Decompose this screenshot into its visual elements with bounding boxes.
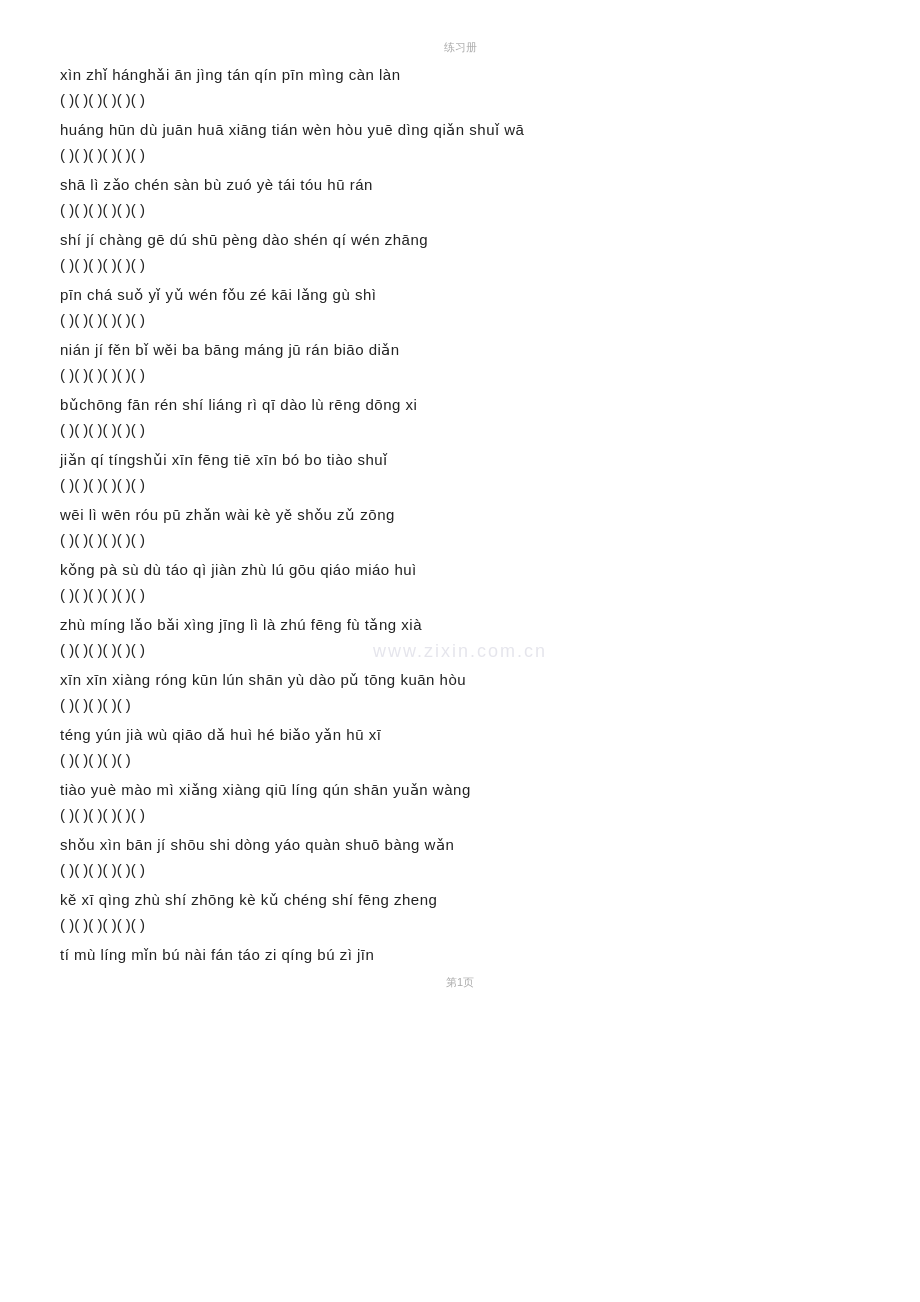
- pinyin-row-5: nián jí fěn bǐ wěi ba bāng máng jū rán b…: [60, 338, 860, 362]
- row-pair-10: zhù míng lǎo bǎi xìng jīng lì là zhú fēn…: [60, 613, 860, 662]
- row-pair-1: huáng hūn dù juān huā xiāng tián wèn hòu…: [60, 118, 860, 167]
- bracket-row-13: ( )( )( )( )( )( ): [60, 803, 860, 827]
- bracket-row-5: ( )( )( )( )( )( ): [60, 363, 860, 387]
- bracket-row-15: ( )( )( )( )( )( ): [60, 913, 860, 937]
- bracket-row-6: ( )( )( )( )( )( ): [60, 418, 860, 442]
- row-pair-0: xìn zhǐ hánghǎi ān jìng tán qín pīn mìng…: [60, 63, 860, 112]
- bracket-row-14: ( )( )( )( )( )( ): [60, 858, 860, 882]
- pinyin-row-3: shí jí chàng gē dú shū pèng dào shén qí …: [60, 228, 860, 252]
- pinyin-row-12: téng yún jià wù qiāo dǎ huì hé biǎo yǎn …: [60, 723, 860, 747]
- content-area: xìn zhǐ hánghǎi ān jìng tán qín pīn mìng…: [60, 63, 860, 967]
- bracket-row-3: ( )( )( )( )( )( ): [60, 253, 860, 277]
- pinyin-row-8: wēi lì wēn róu pū zhǎn wài kè yě shǒu zǔ…: [60, 503, 860, 527]
- bottom-label: 第1页: [60, 975, 860, 990]
- bracket-row-12: ( )( )( )( )( ): [60, 748, 860, 772]
- bracket-row-11: ( )( )( )( )( ): [60, 693, 860, 717]
- row-pair-2: shā lì zǎo chén sàn bù zuó yè tái tóu hū…: [60, 173, 860, 222]
- row-pair-6: bǔchōng fān rén shí liáng rì qī dào lù r…: [60, 393, 860, 442]
- pinyin-row-6: bǔchōng fān rén shí liáng rì qī dào lù r…: [60, 393, 860, 417]
- top-label: 练习册: [60, 40, 860, 55]
- pinyin-row-2: shā lì zǎo chén sàn bù zuó yè tái tóu hū…: [60, 173, 860, 197]
- bracket-row-8: ( )( )( )( )( )( ): [60, 528, 860, 552]
- pinyin-row-7: jiǎn qí tíngshǔi xīn fēng tiē xīn bó bo …: [60, 448, 860, 472]
- row-pair-16: tí mù líng mǐn bú nài fán táo zi qíng bú…: [60, 943, 860, 967]
- row-pair-7: jiǎn qí tíngshǔi xīn fēng tiē xīn bó bo …: [60, 448, 860, 497]
- row-pair-5: nián jí fěn bǐ wěi ba bāng máng jū rán b…: [60, 338, 860, 387]
- pinyin-row-9: kǒng pà sù dù táo qì jiàn zhù lú gōu qiá…: [60, 558, 860, 582]
- pinyin-row-10: zhù míng lǎo bǎi xìng jīng lì là zhú fēn…: [60, 613, 860, 637]
- bracket-row-2: ( )( )( )( )( )( ): [60, 198, 860, 222]
- row-pair-15: kě xī qìng zhù shí zhōng kè kǔ chéng shí…: [60, 888, 860, 937]
- row-pair-12: téng yún jià wù qiāo dǎ huì hé biǎo yǎn …: [60, 723, 860, 772]
- bracket-row-4: ( )( )( )( )( )( ): [60, 308, 860, 332]
- row-pair-8: wēi lì wēn róu pū zhǎn wài kè yě shǒu zǔ…: [60, 503, 860, 552]
- pinyin-row-11: xīn xīn xiàng róng kūn lún shān yù dào p…: [60, 668, 860, 692]
- row-pair-14: shǒu xìn bān jí shōu shi dòng yáo quàn s…: [60, 833, 860, 882]
- bracket-row-9: ( )( )( )( )( )( ): [60, 583, 860, 607]
- pinyin-row-16: tí mù líng mǐn bú nài fán táo zi qíng bú…: [60, 943, 860, 967]
- pinyin-row-13: tiào yuè mào mì xiǎng xiàng qiū líng qún…: [60, 778, 860, 802]
- pinyin-row-4: pīn chá suǒ yǐ yǔ wén fǒu zé kāi lǎng gù…: [60, 283, 860, 307]
- pinyin-row-1: huáng hūn dù juān huā xiāng tián wèn hòu…: [60, 118, 860, 142]
- pinyin-row-14: shǒu xìn bān jí shōu shi dòng yáo quàn s…: [60, 833, 860, 857]
- row-pair-13: tiào yuè mào mì xiǎng xiàng qiū líng qún…: [60, 778, 860, 827]
- bracket-row-1: ( )( )( )( )( )( ): [60, 143, 860, 167]
- bracket-row-10: ( )( )( )( )( )( ): [60, 638, 860, 662]
- row-pair-4: pīn chá suǒ yǐ yǔ wén fǒu zé kāi lǎng gù…: [60, 283, 860, 332]
- bracket-row-0: ( )( )( )( )( )( ): [60, 88, 860, 112]
- pinyin-row-0: xìn zhǐ hánghǎi ān jìng tán qín pīn mìng…: [60, 63, 860, 87]
- pinyin-row-15: kě xī qìng zhù shí zhōng kè kǔ chéng shí…: [60, 888, 860, 912]
- row-pair-11: xīn xīn xiàng róng kūn lún shān yù dào p…: [60, 668, 860, 717]
- row-pair-9: kǒng pà sù dù táo qì jiàn zhù lú gōu qiá…: [60, 558, 860, 607]
- row-pair-3: shí jí chàng gē dú shū pèng dào shén qí …: [60, 228, 860, 277]
- bracket-row-7: ( )( )( )( )( )( ): [60, 473, 860, 497]
